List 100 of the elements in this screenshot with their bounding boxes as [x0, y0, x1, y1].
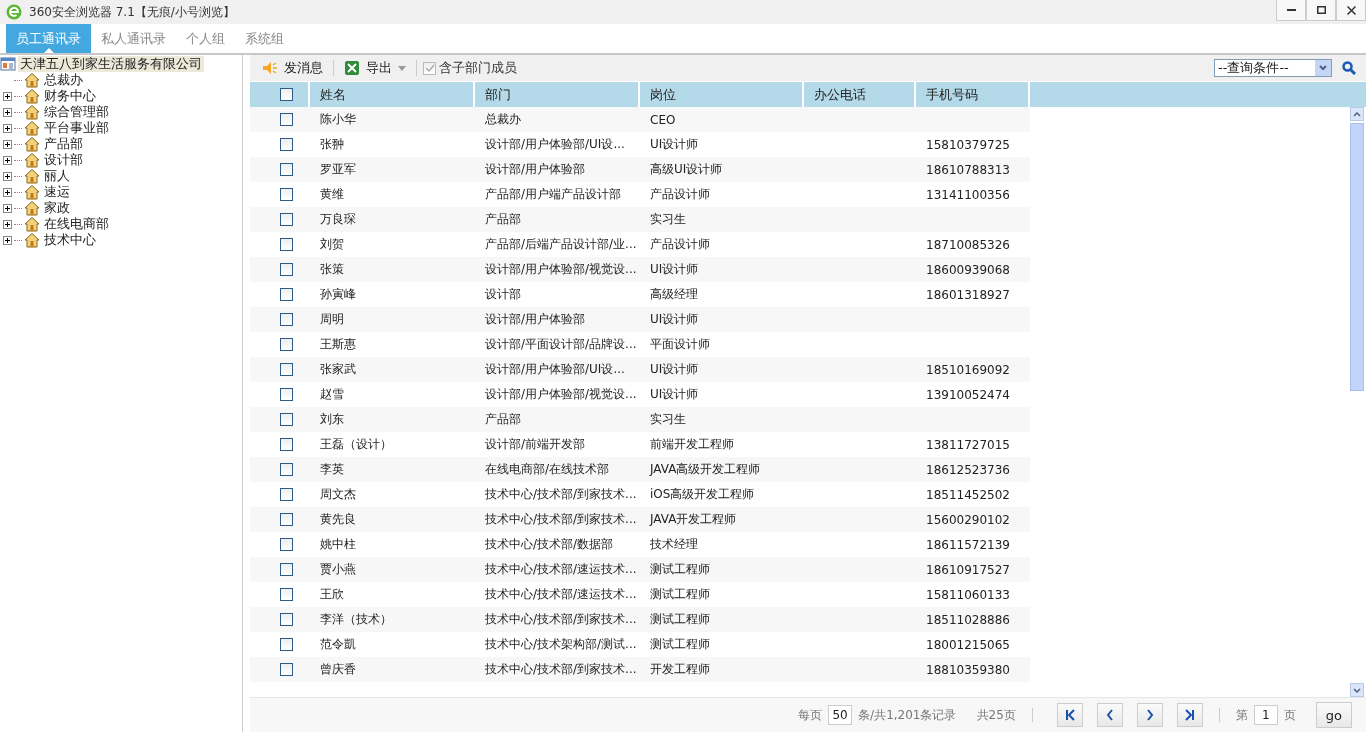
table-cell-text: UI设计师: [649, 361, 700, 378]
tab[interactable]: 私人通讯录: [91, 24, 176, 53]
tree-node[interactable]: 速运: [42, 184, 72, 200]
expand-plus-icon[interactable]: [3, 235, 12, 245]
table-cell-text: 产品部: [484, 411, 522, 428]
table-cell-text: 18610917527: [925, 561, 1011, 579]
checkbox[interactable]: [280, 513, 293, 526]
table-cell-text: 万良琛: [319, 211, 357, 228]
checkbox[interactable]: [280, 263, 293, 276]
checkbox[interactable]: [280, 663, 293, 676]
close-button[interactable]: [1336, 0, 1366, 21]
page-count: 共25页: [976, 706, 1016, 724]
checkbox[interactable]: [280, 413, 293, 426]
table-cell-text: 高级UI设计师: [649, 161, 724, 178]
tree-node[interactable]: 财务中心: [42, 88, 98, 104]
table-cell-text: 设计部/用户体验部/UI设...: [484, 136, 626, 153]
expand-plus-icon[interactable]: [3, 123, 12, 133]
maximize-icon: [1316, 6, 1326, 14]
house-icon: [24, 88, 40, 104]
table-cell-text: 王欣: [319, 586, 345, 603]
pager-label: 每页: [798, 706, 823, 724]
checkbox[interactable]: [280, 213, 293, 226]
tree-node[interactable]: 产品部: [42, 136, 85, 152]
tree-node[interactable]: 在线电商部: [42, 216, 111, 232]
tree-node[interactable]: 天津五八到家生活服务有限公司: [18, 56, 204, 72]
minimize-icon: [1286, 9, 1296, 11]
checkbox[interactable]: [280, 138, 293, 151]
expand-plus-icon[interactable]: [3, 187, 12, 197]
checkbox[interactable]: [280, 438, 293, 451]
tree-node[interactable]: 技术中心: [42, 232, 98, 248]
tree-node[interactable]: 总裁办: [42, 72, 85, 88]
table-cell-text: 曾庆香: [319, 661, 357, 678]
table-cell-text: 实习生: [649, 211, 687, 228]
expand-plus-icon[interactable]: [3, 203, 12, 213]
tree-node[interactable]: 综合管理部: [42, 104, 111, 120]
window-title: 360安全浏览器 7.1【无痕/小号浏览】: [29, 3, 235, 21]
checkbox[interactable]: [280, 188, 293, 201]
expand-plus-icon[interactable]: [3, 139, 12, 149]
table-cell-text: 测试工程师: [649, 586, 711, 603]
checkbox[interactable]: [280, 338, 293, 351]
checkbox[interactable]: [280, 488, 293, 501]
table-cell-text: 设计部/用户体验部: [484, 161, 587, 178]
table-cell-text: 王斯惠: [319, 336, 357, 353]
table-cell-text: 测试工程师: [649, 611, 711, 628]
table-cell-text: 13910052474: [925, 386, 1011, 404]
checkbox[interactable]: [423, 61, 436, 75]
table-cell-text: 设计部/平面设计部/品牌设...: [484, 336, 638, 353]
first-page-button[interactable]: [1056, 703, 1083, 727]
expand-plus-icon[interactable]: [3, 155, 12, 165]
checkbox[interactable]: [280, 363, 293, 376]
checkbox[interactable]: [280, 88, 293, 101]
table-cell-text: 设计部: [484, 286, 522, 303]
checkbox[interactable]: [280, 288, 293, 301]
table-cell-text: 13141100356: [925, 186, 1011, 204]
go-button[interactable]: go: [1315, 702, 1352, 728]
export-button[interactable]: 导出: [340, 57, 410, 79]
table-cell-text: 15600290102: [925, 511, 1011, 529]
send-message-button[interactable]: 发消息: [258, 57, 327, 79]
checkbox[interactable]: [280, 238, 293, 251]
table-cell-text: 技术中心/技术部/速运技术...: [484, 561, 638, 578]
expand-plus-icon[interactable]: [3, 107, 12, 117]
table-cell-text: iOS高级开发工程师: [649, 486, 756, 503]
table-cell-text: 范令凱: [319, 636, 357, 653]
checkbox[interactable]: [280, 463, 293, 476]
tree-node[interactable]: 家政: [42, 200, 72, 216]
page-size-field[interactable]: 50: [828, 705, 853, 725]
checkbox[interactable]: [280, 638, 293, 651]
house-icon: [24, 136, 40, 152]
query-dropdown[interactable]: --查询条件--: [1214, 59, 1332, 77]
table-cell-text: JAVA高级开发工程师: [648, 461, 762, 478]
checkbox[interactable]: [280, 163, 293, 176]
table-cell-text: 18511452502: [925, 486, 1011, 504]
checkbox[interactable]: [280, 538, 293, 551]
table-cell-text: 罗亚军: [319, 161, 357, 178]
last-page-button[interactable]: [1176, 703, 1203, 727]
browser-logo-icon: [6, 4, 22, 20]
scrollbar[interactable]: [1350, 107, 1364, 697]
checkbox[interactable]: [280, 588, 293, 601]
previous-page-button[interactable]: [1096, 703, 1123, 727]
checkbox[interactable]: [280, 388, 293, 401]
checkbox[interactable]: [280, 563, 293, 576]
table-cell-text: 技术经理: [649, 536, 699, 553]
tree-node[interactable]: 平台事业部: [42, 120, 111, 136]
search-icon[interactable]: [1342, 61, 1356, 75]
table-cell-text: 设计部/用户体验部/视觉设...: [484, 386, 638, 403]
checkbox[interactable]: [280, 113, 293, 126]
maximize-button[interactable]: [1306, 0, 1336, 21]
page-number-field[interactable]: 1: [1253, 705, 1278, 725]
tab[interactable]: 个人组: [176, 24, 235, 53]
next-page-button[interactable]: [1136, 703, 1163, 727]
table-cell-text: 总裁办: [484, 111, 522, 128]
minimize-button[interactable]: [1276, 0, 1306, 21]
tab[interactable]: 系统组: [235, 24, 294, 53]
expand-plus-icon[interactable]: [3, 91, 12, 101]
expand-plus-icon[interactable]: [3, 171, 12, 181]
expand-plus-icon[interactable]: [3, 219, 12, 229]
tree-node[interactable]: 丽人: [42, 168, 72, 184]
checkbox[interactable]: [280, 313, 293, 326]
tree-node[interactable]: 设计部: [42, 152, 85, 168]
checkbox[interactable]: [280, 613, 293, 626]
